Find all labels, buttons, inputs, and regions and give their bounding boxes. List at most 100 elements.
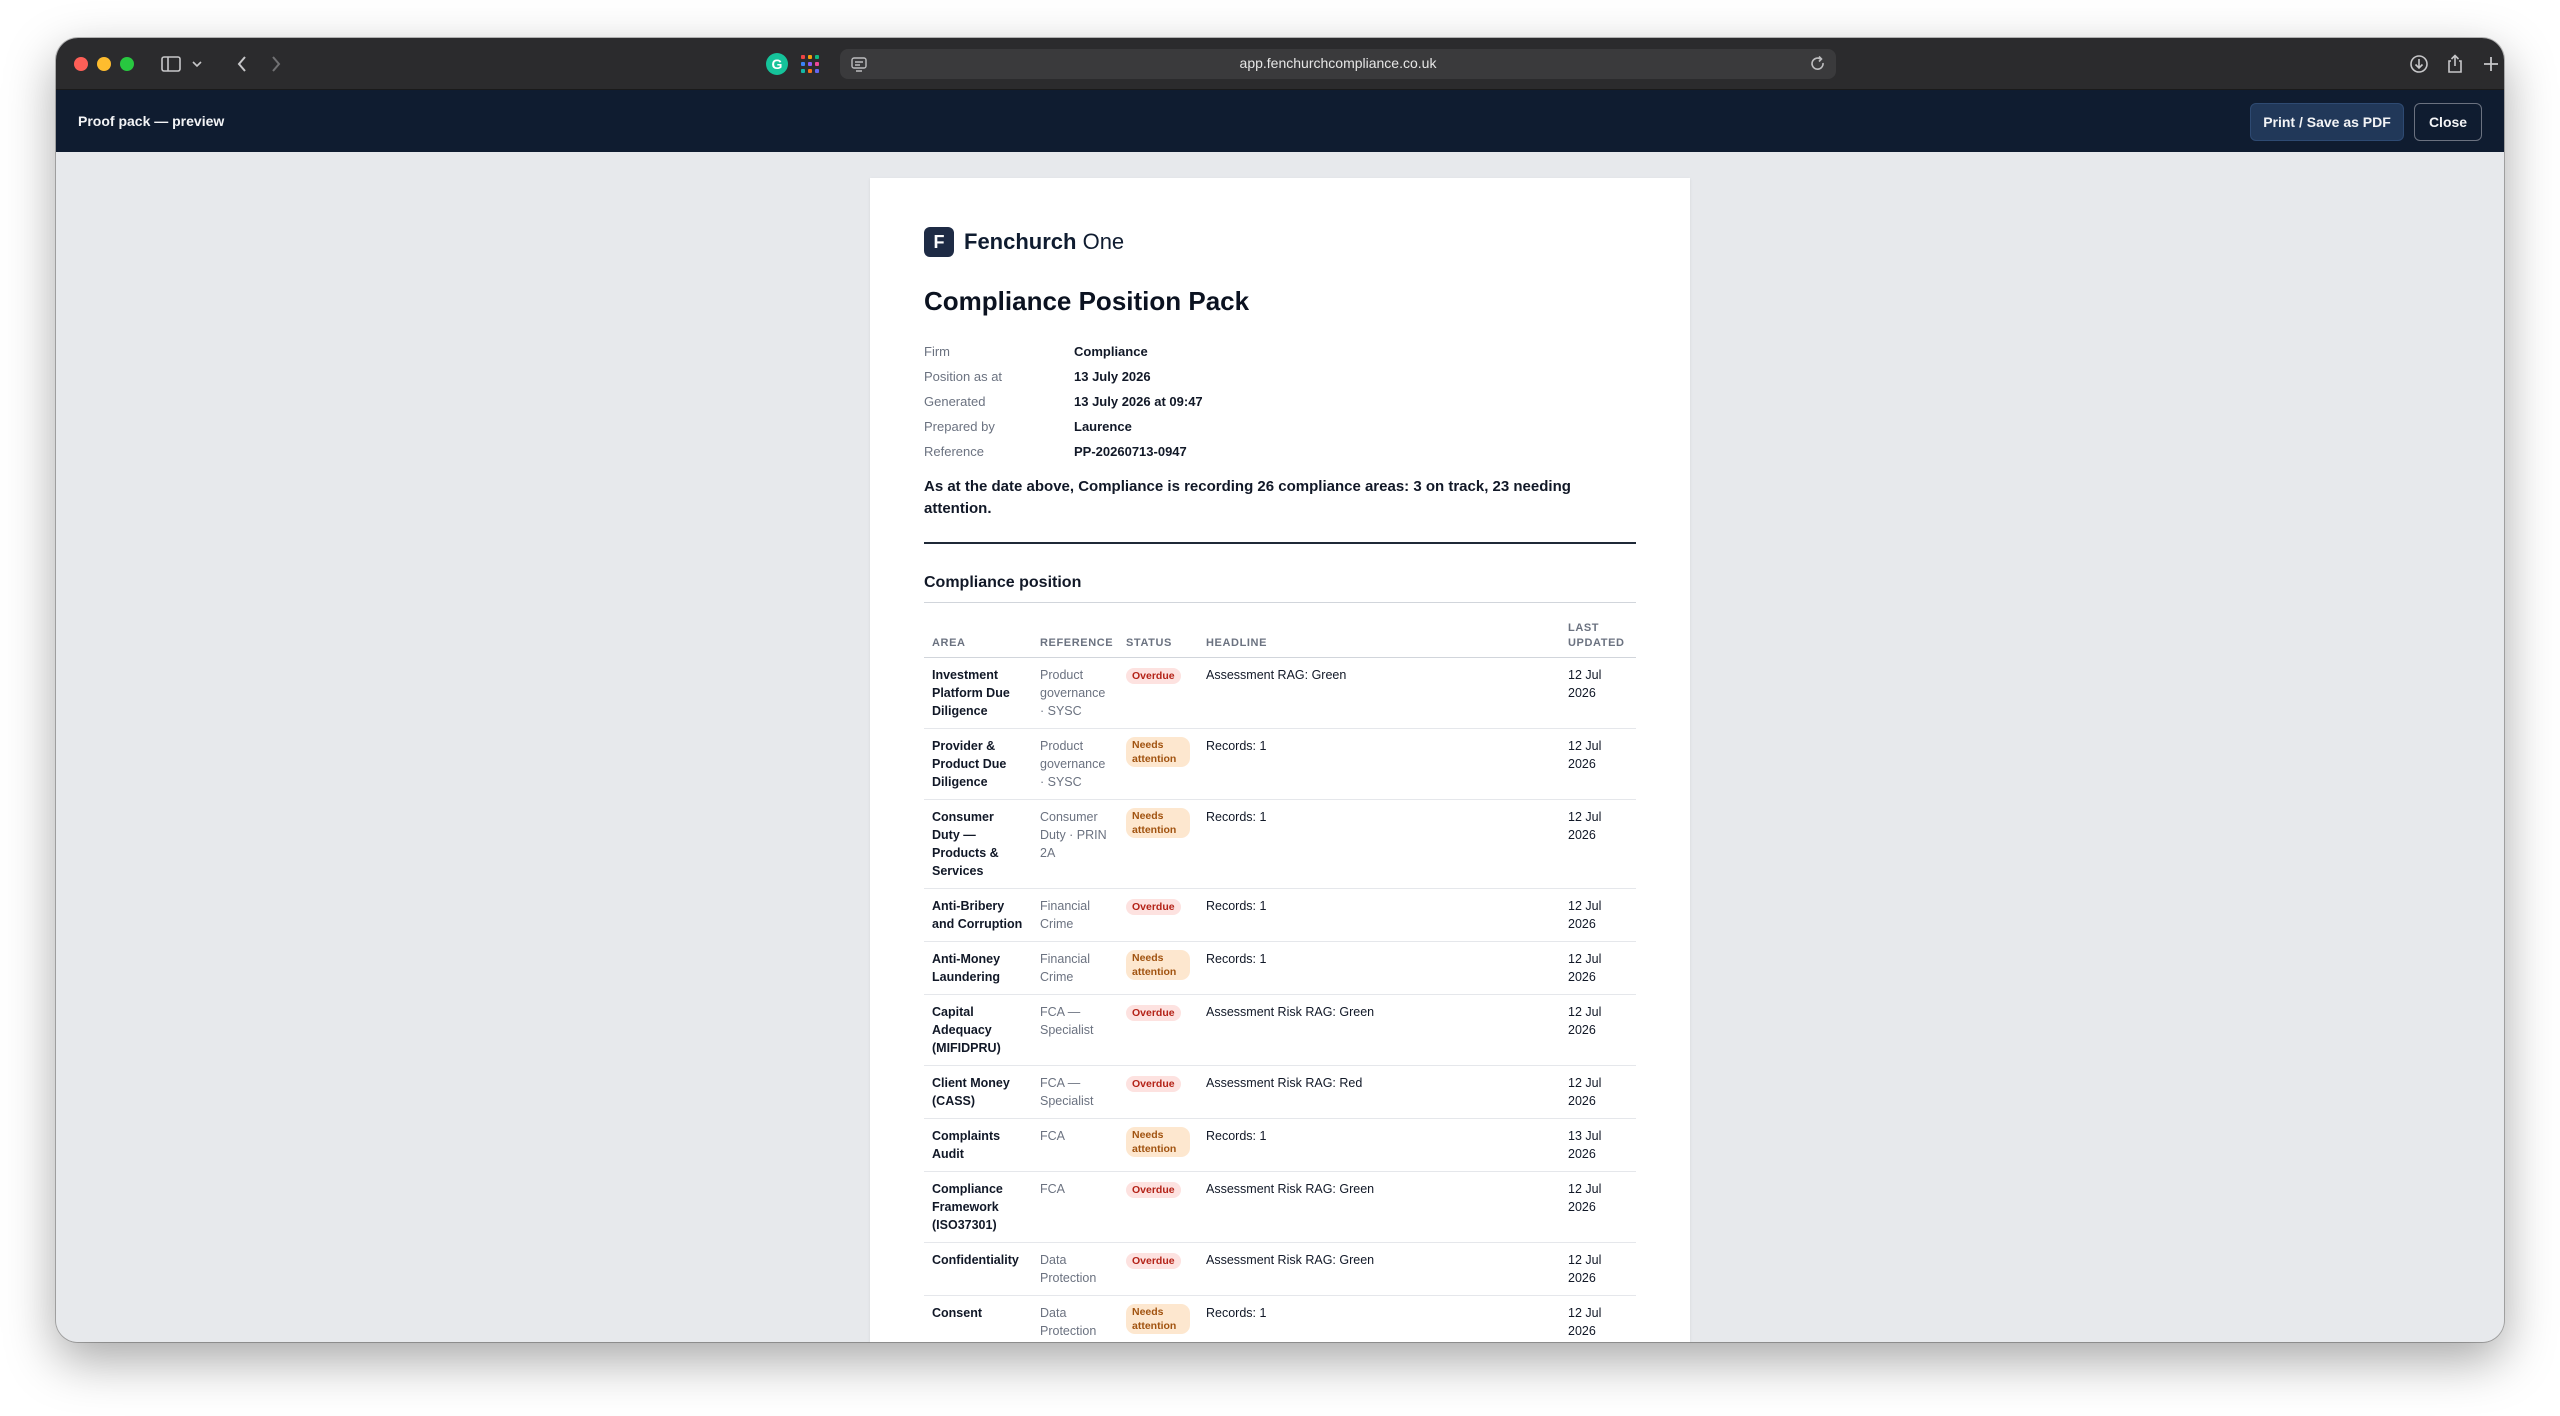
column-header-headline: HEADLINE: [1198, 621, 1560, 658]
preview-canvas[interactable]: F Fenchurch One Compliance Position Pack…: [56, 152, 2504, 1342]
table-header-row: AREA REFERENCE STATUS HEADLINE LAST UPDA…: [924, 621, 1636, 658]
area-cell: Capital Adequacy (MIFIDPRU): [924, 994, 1032, 1066]
apps-grid-icon[interactable]: [800, 54, 820, 74]
last-updated-cell: 13 Jul 2026: [1560, 1118, 1636, 1172]
last-updated-cell: 12 Jul 2026: [1560, 1242, 1636, 1296]
address-bar[interactable]: app.fenchurchcompliance.co.uk: [840, 49, 1836, 79]
status-badge: Needs attention: [1126, 1127, 1190, 1157]
table-row: Consumer Duty — Products & Services Consu…: [924, 799, 1636, 889]
minimize-window-button[interactable]: [97, 57, 111, 71]
reference-cell: Product governance · SYSC: [1032, 657, 1118, 729]
status-badge: Overdue: [1126, 668, 1181, 684]
last-updated-cell: 12 Jul 2026: [1560, 994, 1636, 1066]
brand-logo: F Fenchurch One: [924, 226, 1636, 258]
meta-label: Reference: [924, 444, 984, 459]
status-badge: Needs attention: [1126, 737, 1190, 767]
area-cell: Anti-Money Laundering: [924, 941, 1032, 995]
last-updated-cell: 12 Jul 2026: [1560, 1295, 1636, 1342]
browser-toolbar: G app.fenchurchcompliance.co.uk: [56, 38, 2504, 90]
reload-icon[interactable]: [1808, 54, 1828, 74]
status-badge: Overdue: [1126, 1253, 1181, 1269]
status-badge: Overdue: [1126, 1076, 1181, 1092]
meta-row-position-as-at: Position as at 13 July 2026: [924, 364, 1636, 389]
browser-window: G app.fenchurchcompliance.co.uk Proof pa…: [56, 38, 2504, 1342]
area-cell: Client Money (CASS): [924, 1065, 1032, 1119]
status-cell: Overdue: [1118, 888, 1198, 942]
area-cell: Investment Platform Due Diligence: [924, 657, 1032, 729]
meta-value: Laurence: [1074, 419, 1132, 434]
meta-value: PP-20260713-0947: [1074, 444, 1187, 459]
divider: [924, 542, 1636, 544]
status-cell: Overdue: [1118, 1171, 1198, 1243]
meta-label: Prepared by: [924, 419, 995, 434]
download-icon[interactable]: [2408, 52, 2430, 76]
last-updated-cell: 12 Jul 2026: [1560, 941, 1636, 995]
new-tab-icon[interactable]: [2480, 52, 2502, 76]
reference-cell: Financial Crime: [1032, 941, 1118, 995]
meta-row-generated: Generated 13 July 2026 at 09:47: [924, 389, 1636, 414]
reference-cell: Consumer Duty · PRIN 2A: [1032, 799, 1118, 889]
headline-cell: Assessment Risk RAG: Green: [1198, 1242, 1560, 1296]
column-header-status: STATUS: [1118, 621, 1198, 658]
meta-value: 13 July 2026: [1074, 369, 1151, 384]
back-arrow-icon[interactable]: [232, 52, 252, 76]
section-title: Compliance position: [924, 574, 1082, 591]
status-badge: Needs attention: [1126, 1304, 1190, 1334]
meta-label: Position as at: [924, 369, 1003, 384]
headline-cell: Assessment Risk RAG: Red: [1198, 1065, 1560, 1119]
status-badge: Needs attention: [1126, 808, 1190, 838]
meta-label: Firm: [924, 344, 950, 359]
headline-cell: Records: 1: [1198, 941, 1560, 995]
headline-cell: Records: 1: [1198, 728, 1560, 800]
reference-cell: FCA — Specialist: [1032, 1065, 1118, 1119]
share-icon[interactable]: [2444, 52, 2466, 76]
forward-arrow-icon[interactable]: [266, 52, 286, 76]
position-summary: As at the date above, Compliance is reco…: [924, 478, 1571, 517]
area-cell: Anti-Bribery and Corruption: [924, 888, 1032, 942]
divider: [924, 602, 1636, 603]
status-badge: Overdue: [1126, 1182, 1181, 1198]
area-cell: Provider & Product Due Diligence: [924, 728, 1032, 800]
reference-cell: Data Protection: [1032, 1295, 1118, 1342]
reference-cell: Data Protection: [1032, 1242, 1118, 1296]
headline-cell: Records: 1: [1198, 1295, 1560, 1342]
headline-cell: Records: 1: [1198, 799, 1560, 889]
grammarly-extension-icon[interactable]: G: [766, 53, 788, 75]
sidebar-toggle-icon[interactable]: [160, 52, 182, 76]
reference-cell: FCA: [1032, 1118, 1118, 1172]
document-metadata: Firm Compliance Position as at 13 July 2…: [924, 339, 1636, 464]
close-preview-button[interactable]: Close: [2414, 103, 2482, 141]
status-badge: Needs attention: [1126, 950, 1190, 980]
close-window-button[interactable]: [74, 57, 88, 71]
last-updated-cell: 12 Jul 2026: [1560, 728, 1636, 800]
document-title: Compliance Position Pack: [924, 286, 1250, 316]
status-cell: Overdue: [1118, 657, 1198, 729]
area-cell: Consent: [924, 1295, 1032, 1342]
status-cell: Needs attention: [1118, 1295, 1198, 1342]
last-updated-cell: 12 Jul 2026: [1560, 1171, 1636, 1243]
status-badge: Overdue: [1126, 899, 1181, 915]
area-cell: Confidentiality: [924, 1242, 1032, 1296]
brand-mark-icon: F: [924, 227, 954, 257]
table-row: Anti-Bribery and Corruption Financial Cri…: [924, 888, 1636, 942]
table-row: Provider & Product Due Diligence Product …: [924, 728, 1636, 800]
headline-cell: Assessment Risk RAG: Green: [1198, 1171, 1560, 1243]
reference-cell: FCA: [1032, 1171, 1118, 1243]
column-header-reference: REFERENCE: [1032, 621, 1118, 658]
column-header-area: AREA: [924, 621, 1032, 658]
brand-name-bold: Fenchurch: [964, 229, 1077, 254]
brand-name-light: One: [1076, 229, 1125, 254]
reference-cell: FCA — Specialist: [1032, 994, 1118, 1066]
table-row: Compliance Framework (ISO37301) FCA Overdu…: [924, 1171, 1636, 1243]
table-body: Investment Platform Due Diligence Product…: [924, 657, 1636, 1342]
compliance-position-table: AREA REFERENCE STATUS HEADLINE LAST UPDA…: [924, 621, 1636, 1342]
status-cell: Overdue: [1118, 1065, 1198, 1119]
app-header: Proof pack — preview Print / Save as PDF…: [56, 90, 2504, 152]
url-text: app.fenchurchcompliance.co.uk: [1239, 55, 1437, 71]
zoom-window-button[interactable]: [120, 57, 134, 71]
print-save-pdf-button[interactable]: Print / Save as PDF: [2250, 103, 2404, 141]
chevron-down-icon[interactable]: [190, 52, 204, 76]
table-row: Investment Platform Due Diligence Product…: [924, 657, 1636, 729]
status-cell: Needs attention: [1118, 941, 1198, 995]
status-cell: Needs attention: [1118, 728, 1198, 800]
